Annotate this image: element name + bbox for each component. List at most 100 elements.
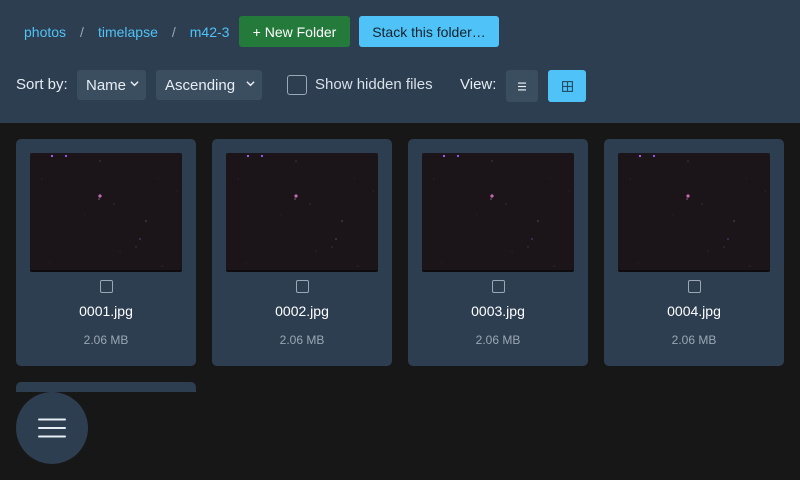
star-dot xyxy=(98,198,100,200)
sort-order-value: Ascending xyxy=(165,76,236,94)
sort-field-select[interactable]: Name xyxy=(77,70,146,100)
star-dot xyxy=(476,214,478,216)
file-size: 2.06 MB xyxy=(83,333,129,347)
breadcrumb: photos / timelapse / m42-3 xyxy=(24,22,229,42)
star-dot xyxy=(260,154,264,158)
star-dot xyxy=(372,190,374,192)
star-dot xyxy=(637,262,639,264)
star-dot xyxy=(456,154,460,158)
sort-field-value: Name xyxy=(86,76,127,94)
star-dot xyxy=(295,160,297,162)
star-dot xyxy=(733,220,735,222)
file-name: 0003.jpg xyxy=(471,303,525,319)
file-size: 2.06 MB xyxy=(279,333,325,347)
star-dot xyxy=(638,154,642,158)
star-dot xyxy=(442,154,446,158)
file-select-checkbox[interactable] xyxy=(296,280,309,293)
star-dot xyxy=(672,214,674,216)
file-name: 0002.jpg xyxy=(275,303,329,319)
show-hidden-checkbox[interactable] xyxy=(287,75,307,95)
star-dot xyxy=(237,178,239,180)
list-icon xyxy=(518,82,526,90)
star-dot xyxy=(749,265,751,267)
star-dot xyxy=(490,194,494,198)
image-thumbnail[interactable] xyxy=(226,153,378,272)
starfield-image xyxy=(629,154,766,267)
star-dot xyxy=(157,177,159,179)
star-dot xyxy=(135,246,137,248)
file-size: 2.06 MB xyxy=(475,333,521,347)
hamburger-menu-icon xyxy=(38,418,66,438)
file-card-partial[interactable] xyxy=(16,382,196,392)
star-dot xyxy=(176,190,178,192)
file-select-checkbox[interactable] xyxy=(688,280,701,293)
star-dot xyxy=(537,220,539,222)
new-folder-button[interactable]: + New Folder xyxy=(239,16,350,47)
star-dot xyxy=(701,203,703,205)
sort-order-select[interactable]: Ascending xyxy=(156,70,262,100)
breadcrumb-item-photos[interactable]: photos xyxy=(24,24,66,40)
star-dot xyxy=(549,177,551,179)
star-dot xyxy=(113,203,115,205)
star-dot xyxy=(491,160,493,162)
view-label: View: xyxy=(460,76,497,93)
file-size: 2.06 MB xyxy=(671,333,717,347)
image-thumbnail[interactable] xyxy=(618,153,770,272)
star-dot xyxy=(331,246,333,248)
star-dot xyxy=(764,190,766,192)
star-dot xyxy=(433,178,435,180)
breadcrumb-item-timelapse[interactable]: timelapse xyxy=(98,24,158,40)
starfield-image xyxy=(237,154,374,267)
starfield-image xyxy=(433,154,570,267)
star-dot xyxy=(50,154,54,158)
star-dot xyxy=(119,250,121,252)
star-dot xyxy=(309,203,311,205)
grid-view-button[interactable] xyxy=(548,70,586,102)
star-dot xyxy=(335,238,337,240)
breadcrumb-separator: / xyxy=(80,24,84,40)
star-dot xyxy=(553,265,555,267)
star-dot xyxy=(49,262,51,264)
star-dot xyxy=(139,238,141,240)
star-dot xyxy=(441,262,443,264)
sort-label: Sort by: xyxy=(16,76,68,93)
star-dot xyxy=(99,160,101,162)
star-dot xyxy=(98,194,102,198)
star-dot xyxy=(727,238,729,240)
star-dot xyxy=(686,194,690,198)
file-name: 0001.jpg xyxy=(79,303,133,319)
stack-folder-button[interactable]: Stack this folder… xyxy=(359,16,499,47)
star-dot xyxy=(353,177,355,179)
star-dot xyxy=(84,214,86,216)
star-dot xyxy=(315,250,317,252)
menu-button[interactable] xyxy=(16,392,88,464)
file-select-checkbox[interactable] xyxy=(492,280,505,293)
star-dot xyxy=(531,238,533,240)
file-card[interactable]: 0004.jpg 2.06 MB xyxy=(604,139,784,366)
file-select-checkbox[interactable] xyxy=(100,280,113,293)
breadcrumb-separator: / xyxy=(171,24,176,40)
star-dot xyxy=(245,262,247,264)
list-view-button[interactable] xyxy=(506,70,538,102)
star-dot xyxy=(723,246,725,248)
star-dot xyxy=(505,203,507,205)
star-dot xyxy=(490,198,492,200)
file-card[interactable]: 0001.jpg 2.06 MB xyxy=(16,139,196,366)
image-thumbnail[interactable] xyxy=(30,153,182,272)
chevron-down-icon xyxy=(246,81,255,87)
file-card[interactable]: 0002.jpg 2.06 MB xyxy=(212,139,392,366)
grid-icon xyxy=(561,80,573,92)
starfield-image xyxy=(41,154,178,267)
show-hidden-label: Show hidden files xyxy=(315,76,433,93)
image-thumbnail[interactable] xyxy=(422,153,574,272)
star-dot xyxy=(280,214,282,216)
star-dot xyxy=(652,154,656,158)
star-dot xyxy=(145,220,147,222)
star-dot xyxy=(511,250,513,252)
breadcrumb-item-current[interactable]: m42-3 xyxy=(190,24,230,40)
star-dot xyxy=(686,198,688,200)
file-name: 0004.jpg xyxy=(667,303,721,319)
star-dot xyxy=(294,194,298,198)
star-dot xyxy=(629,178,631,180)
file-card[interactable]: 0003.jpg 2.06 MB xyxy=(408,139,588,366)
